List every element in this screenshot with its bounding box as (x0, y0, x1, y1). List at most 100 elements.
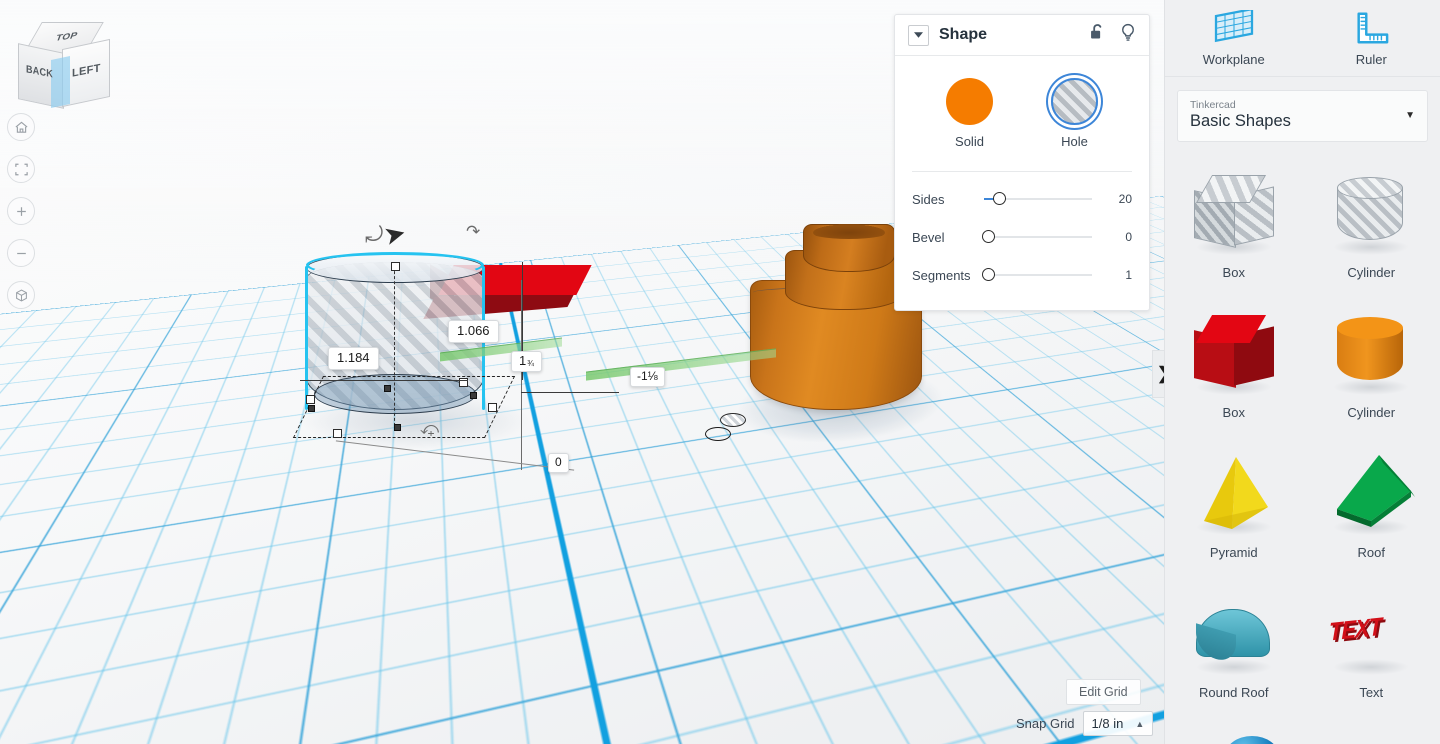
segments-label: Segments (912, 267, 971, 283)
edge-handle-e[interactable] (470, 392, 477, 399)
solid-color-swatch[interactable] (946, 78, 993, 125)
shape-library-dropdown[interactable]: Tinkercad Basic Shapes ▼ (1177, 90, 1428, 142)
shape-label: Cylinder (1347, 265, 1396, 280)
shape-label: Box (1222, 405, 1245, 420)
height-dimension-label[interactable]: 1.066 (448, 320, 499, 343)
sphere-icon (1225, 736, 1279, 744)
chevron-down-icon[interactable]: ▼ (1405, 110, 1415, 121)
solid-hole-selector: Solid Hole (895, 56, 1149, 165)
ruler-tool[interactable]: Ruler (1303, 0, 1440, 76)
shape-library-grid: Box Cylinder Box Cylinder Pyramid Roof R… (1165, 156, 1440, 720)
shape-card-cylinder-hatched[interactable]: Cylinder (1303, 156, 1440, 280)
cylinder-orange-thumb (1323, 309, 1419, 401)
x-offset-label[interactable]: 1¾ (511, 351, 542, 372)
rotate-handle-y-icon[interactable]: ↷ (466, 222, 480, 242)
snap-grid-select[interactable]: 1/8 in ▲ (1082, 711, 1154, 736)
mouse-cursor-icon: ➤ (380, 216, 409, 252)
shape-card-pyramid[interactable]: Pyramid (1165, 436, 1303, 560)
unlock-icon[interactable] (1089, 23, 1106, 47)
plus-icon (16, 206, 26, 216)
origin-label[interactable]: 0 (548, 453, 569, 473)
snap-grid-label: Snap Grid (1016, 716, 1075, 731)
caret-up-icon: ▲ (1135, 718, 1145, 729)
rotate-handle-x-icon[interactable]: ⤽ (420, 418, 439, 439)
hole-snap-marker-outline-icon[interactable] (705, 427, 731, 441)
ortho-perspective-button[interactable] (7, 281, 35, 309)
corner-handle-e[interactable] (488, 403, 497, 412)
unlock-icon-svg (1091, 24, 1102, 39)
hole-snap-marker-icon[interactable] (720, 413, 746, 427)
thumb-shadow (1333, 659, 1410, 675)
shape-panel-header-icons (1089, 23, 1136, 48)
chevron-down-icon (914, 32, 923, 38)
hole-option-label: Hole (1061, 134, 1088, 149)
height-handle[interactable] (391, 262, 400, 271)
zoom-in-button[interactable] (7, 197, 35, 225)
shape-card-box-red[interactable]: Box (1165, 296, 1303, 420)
y-offset-label[interactable]: -1⅛ (630, 367, 665, 387)
shape-label: Text (1359, 685, 1384, 700)
solid-option-label: Solid (955, 134, 984, 149)
edge-handle-s[interactable] (394, 424, 401, 431)
fit-view-icon (14, 163, 28, 175)
home-view-button[interactable] (7, 113, 35, 141)
hole-color-swatch[interactable] (1051, 78, 1098, 125)
sides-label: Sides (912, 191, 945, 207)
ruler-tool-label: Ruler (1355, 51, 1387, 67)
shape-library-texts: Tinkercad Basic Shapes (1190, 99, 1291, 131)
bevel-slider[interactable] (981, 230, 1092, 243)
bevel-label: Bevel (912, 229, 945, 245)
shape-card-box-hatched[interactable]: Box (1165, 156, 1303, 280)
sides-value[interactable]: 20 (1104, 192, 1132, 206)
segments-slider-knob[interactable] (981, 268, 995, 281)
shape-card-text[interactable]: TEXT Text (1303, 576, 1440, 700)
lightbulb-icon[interactable] (1120, 23, 1136, 48)
bevel-value[interactable]: 0 (1104, 230, 1132, 244)
width-dimension-line (300, 380, 468, 382)
minus-icon (16, 252, 26, 254)
solid-option[interactable]: Solid (946, 78, 993, 149)
box-red-thumb (1186, 309, 1282, 401)
edge-handle-n[interactable] (384, 385, 391, 392)
box-hatched-thumb (1186, 169, 1282, 261)
cylinder-top (1337, 317, 1404, 339)
sides-slider-knob[interactable] (992, 192, 1006, 205)
pyramid-art (1203, 457, 1268, 529)
segments-slider[interactable] (981, 268, 1092, 281)
edit-grid-button[interactable]: Edit Grid (1066, 679, 1141, 705)
width-dimension-label[interactable]: 1.184 (328, 347, 379, 370)
selection-bounding-box (292, 376, 516, 438)
view-cube[interactable]: TOP BACK LEFT (18, 22, 113, 114)
shape-panel-title: Shape (939, 26, 988, 43)
workplane-tool[interactable]: Workplane (1165, 0, 1303, 76)
shape-label: Roof (1357, 545, 1385, 560)
x-offset-line (521, 280, 523, 470)
corner-handle-s[interactable] (333, 429, 342, 438)
shape-card-roof[interactable]: Roof (1303, 436, 1440, 560)
segments-value[interactable]: 1 (1104, 268, 1132, 282)
shape-card-cylinder-orange[interactable]: Cylinder (1303, 296, 1440, 420)
hole-option[interactable]: Hole (1051, 78, 1098, 149)
cylinder-top (1337, 177, 1404, 199)
text-thumb: TEXT (1323, 589, 1419, 681)
thumb-shadow (1333, 379, 1410, 395)
tinkercad-editor: ⤾ ➤ ↷ ⤽ 1.184 1.066 1¾ 0 -1⅛ TOP BACK LE… (0, 0, 1440, 744)
zoom-out-button[interactable] (7, 239, 35, 267)
roof-thumb (1323, 449, 1419, 541)
fit-all-button[interactable] (7, 155, 35, 183)
ruler-icon (1357, 12, 1389, 43)
roof-art (1337, 455, 1416, 527)
x-offset-fraction: ¾ (527, 359, 534, 368)
corner-handle-sw[interactable] (306, 395, 315, 404)
home-icon (15, 121, 27, 133)
workplane-icon (1214, 9, 1253, 42)
panel-collapse-button[interactable] (908, 24, 929, 46)
view-cube-highlight-edge (51, 55, 70, 109)
bevel-slider-knob[interactable] (981, 230, 995, 243)
snap-grid-control: Snap Grid 1/8 in ▲ (1016, 711, 1154, 736)
shape-label: Cylinder (1347, 405, 1396, 420)
edge-handle-w[interactable] (308, 405, 315, 412)
sides-slider[interactable] (984, 192, 1092, 205)
shape-panel-header: Shape (895, 15, 1149, 56)
shape-card-round-roof[interactable]: Round Roof (1165, 576, 1303, 700)
